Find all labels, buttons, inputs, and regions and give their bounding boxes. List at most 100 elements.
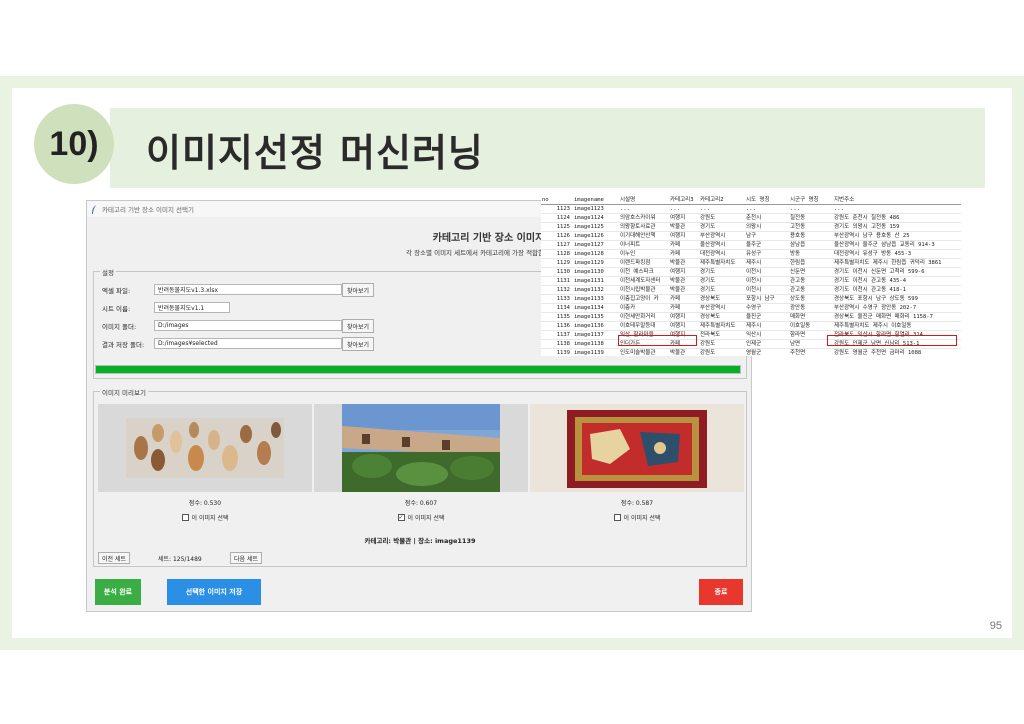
feather-icon bbox=[92, 204, 96, 214]
image-1-checkbox[interactable] bbox=[181, 514, 189, 521]
prev-set-button[interactable]: 이전 세트 bbox=[98, 552, 130, 564]
sheet-cell: 박물관 bbox=[669, 348, 699, 356]
sheet-cell: 울진군 bbox=[745, 312, 789, 323]
sheet-cell: 경기도 이천시 신둔면 고척리 599-6 bbox=[833, 267, 961, 278]
sheet-cell: 제주시 bbox=[745, 258, 789, 269]
sheet-cell: 1123 bbox=[541, 204, 573, 215]
result-folder-input[interactable] bbox=[154, 338, 342, 349]
image-3-checkbox[interactable] bbox=[613, 514, 621, 521]
category-caption: 카테고리: 박물관 | 장소: image1139 bbox=[364, 537, 476, 545]
sheet-cell: 이호일동 bbox=[789, 321, 833, 332]
sheet-header-cell: 지번주소 bbox=[833, 196, 961, 206]
sheet-cell: 1137 bbox=[541, 330, 573, 341]
image-folder-label: 이미지 폴더: bbox=[102, 322, 137, 331]
page-number: 95 bbox=[989, 620, 1002, 632]
progress-fill bbox=[96, 366, 740, 373]
rug-image bbox=[530, 404, 744, 492]
sheet-cell: 이천시립박물관 bbox=[619, 285, 669, 296]
sheet-row: 1130 image1130 이천 예스파크 여행지 경기도 이천시 신둔면 경기도 이천시 … bbox=[541, 267, 961, 278]
sheet-cell: 경기도 bbox=[699, 276, 745, 287]
sheet-cell: 이천세계도자센터 bbox=[619, 276, 669, 287]
sheet-cell: image1128 bbox=[573, 249, 619, 260]
sheet-cell: image1138 bbox=[573, 339, 619, 350]
sheet-cell: 부산광역시 남구 용호동 산 25 bbox=[833, 231, 961, 242]
preview-image-1[interactable] bbox=[98, 404, 312, 492]
image-3-score: 점수: 0.587 bbox=[620, 500, 654, 507]
analyze-done-button[interactable]: 분석 완료 bbox=[95, 579, 141, 605]
preview-legend: 이미지 미리보기 bbox=[100, 387, 148, 397]
sheet-cell: image1137 bbox=[573, 330, 619, 341]
image-2-select[interactable]: ✓ 이 이미지 선택 bbox=[314, 513, 528, 522]
sheet-name-label: 시트 이름: bbox=[102, 304, 131, 313]
sheet-cell: 1124 bbox=[541, 213, 573, 224]
sheet-cell: 1139 bbox=[541, 348, 573, 356]
sheet-cell: 관고동 bbox=[789, 285, 833, 296]
sheet-cell: 박물관 bbox=[669, 222, 699, 233]
image-3-select[interactable]: 이 이미지 선택 bbox=[530, 513, 744, 522]
exit-button[interactable]: 종료 bbox=[699, 579, 743, 605]
sheet-cell: 부산광역시 bbox=[699, 231, 745, 242]
sheet-cell: 의왕향토사료관 bbox=[619, 222, 669, 233]
sheet-cell: 1135 bbox=[541, 312, 573, 323]
sheet-cell: image1135 bbox=[573, 312, 619, 323]
sheet-cell: 1130 bbox=[541, 267, 573, 278]
sheet-cell: image1133 bbox=[573, 294, 619, 305]
sheet-cell: 부산광역시 bbox=[699, 303, 745, 314]
preview-group: 이미지 미리보기 점수: 0.530 이 이미지 선택 점수: 0.607 ✓ … bbox=[93, 387, 747, 567]
sheet-cell: 강원도 bbox=[699, 348, 745, 356]
sheet-cell: 박물관 bbox=[669, 285, 699, 296]
result-folder-browse-button[interactable]: 찾아보기 bbox=[342, 337, 374, 351]
sheet-cell: image1134 bbox=[573, 303, 619, 314]
sheet-cell: 1127 bbox=[541, 240, 573, 251]
sheet-cell: 경기도 bbox=[699, 222, 745, 233]
preview-image-3[interactable] bbox=[530, 404, 744, 492]
sheet-cell: 포항시 남구 bbox=[745, 294, 789, 305]
image-folder-input[interactable] bbox=[154, 320, 342, 331]
sheet-cell: 1138 bbox=[541, 339, 573, 350]
excel-file-label: 엑셀 파일: bbox=[102, 286, 131, 295]
sheet-cell: 강원도 춘천시 칠전동 486 bbox=[833, 213, 961, 224]
spreadsheet-header-row: no imagename 시설명 카테고리3 카테고리2 시도 명칭 시군구 명칭 지번주소 bbox=[541, 196, 961, 206]
image-1-select-label: 이 이미지 선택 bbox=[191, 515, 229, 522]
sheet-cell: 1134 bbox=[541, 303, 573, 314]
excel-browse-button[interactable]: 찾아보기 bbox=[342, 283, 374, 297]
image-1-select[interactable]: 이 이미지 선택 bbox=[98, 513, 312, 522]
sheet-cell: 울산광역시 울주군 삼남읍 교동리 914-3 bbox=[833, 240, 961, 251]
sheet-cell: image1131 bbox=[573, 276, 619, 287]
sheet-cell: 카페 bbox=[669, 249, 699, 260]
sheet-cell: 의암호스카이워 bbox=[619, 213, 669, 224]
sheet-row: 1139 image1139 인도미술박물관 박물관 강원도 영월군 주천면 강원도 영월군 … bbox=[541, 348, 961, 356]
sheet-row: 1127 image1127 이너피트 카페 울산광역시 울주군 삼남읍 울산광역시 울주군 … bbox=[541, 240, 961, 251]
sheet-header-cell: 시군구 명칭 bbox=[789, 196, 833, 206]
spreadsheet-excerpt: no imagename 시설명 카테고리3 카테고리2 시도 명칭 시군구 명칭 지번주소 … bbox=[541, 196, 961, 356]
sheet-cell: 이층카 bbox=[619, 303, 669, 314]
sheet-cell: ... bbox=[619, 204, 669, 215]
sheet-cell: image1125 bbox=[573, 222, 619, 233]
next-set-button[interactable]: 다음 세트 bbox=[230, 552, 262, 564]
save-selected-button[interactable]: 선택한 이미지 저장 bbox=[167, 579, 261, 605]
excel-file-input[interactable] bbox=[154, 284, 342, 295]
image-folder-browse-button[interactable]: 찾아보기 bbox=[342, 319, 374, 333]
sheet-cell: image1129 bbox=[573, 258, 619, 269]
sheet-cell: image1123 bbox=[573, 204, 619, 215]
sheet-cell: image1127 bbox=[573, 240, 619, 251]
sheet-row: 1129 image1129 이랜드파킹점 박물관 제주특별자치도 제주시 한림읍 제주특별자… bbox=[541, 258, 961, 269]
sheet-cell: 울주군 bbox=[745, 240, 789, 251]
sheet-name-input[interactable] bbox=[154, 302, 230, 313]
sheet-cell: 강원도 bbox=[699, 213, 745, 224]
sheet-cell: 경상북도 bbox=[699, 294, 745, 305]
image-2-checkbox[interactable]: ✓ bbox=[397, 514, 405, 521]
sheet-row: 1133 image1133 이층집고양이 카 카페 경상북도 포항시 남구 상도동 경상북도… bbox=[541, 294, 961, 305]
result-folder-row: 결과 저장 폴더: bbox=[102, 338, 342, 349]
image-1-score: 점수: 0.530 bbox=[188, 500, 222, 507]
sheet-cell: 이천 예스파크 bbox=[619, 267, 669, 278]
masks-image bbox=[126, 418, 284, 478]
result-folder-label: 결과 저장 폴더: bbox=[102, 340, 145, 349]
sheet-cell: 경상북도 울진군 매화면 매화리 1158-7 bbox=[833, 312, 961, 323]
sheet-cell: 주천면 bbox=[789, 348, 833, 356]
preview-image-2[interactable] bbox=[314, 404, 528, 492]
sheet-cell: 영월군 bbox=[745, 348, 789, 356]
sheet-row: 1131 image1131 이천세계도자센터 박물관 경기도 이천시 관고동 경기도 이천시… bbox=[541, 276, 961, 287]
sheet-cell: 수영구 bbox=[745, 303, 789, 314]
highlight-address bbox=[827, 335, 957, 346]
